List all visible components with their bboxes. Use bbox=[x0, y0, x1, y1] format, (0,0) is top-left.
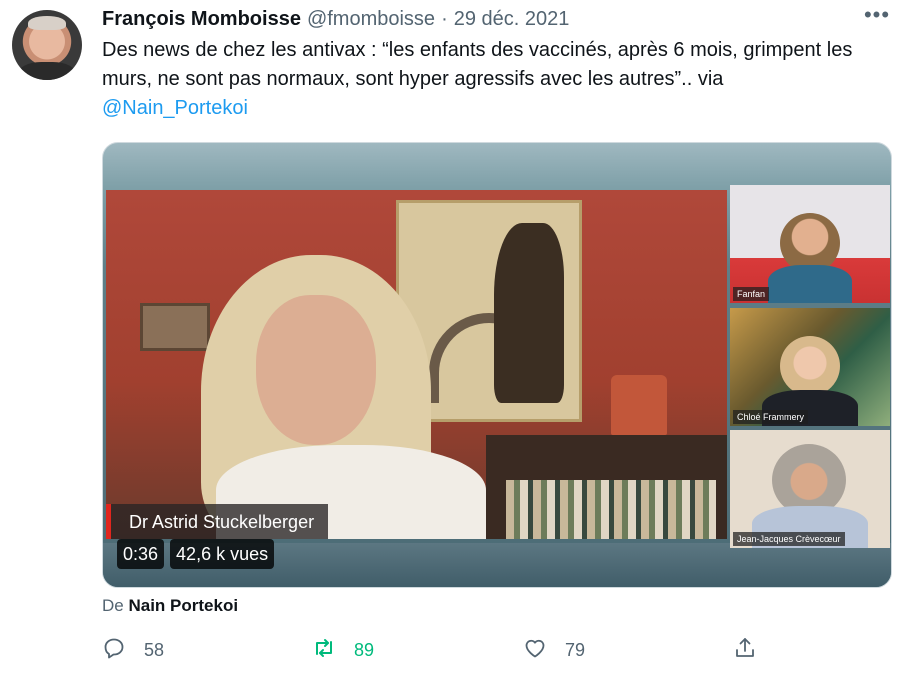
source-name[interactable]: Nain Portekoi bbox=[128, 596, 238, 615]
participant-name: Chloé Frammery bbox=[733, 410, 809, 424]
retweet-icon bbox=[312, 636, 336, 665]
lamp bbox=[611, 375, 667, 435]
source-prefix: De bbox=[102, 596, 124, 615]
tweet-date[interactable]: 29 déc. 2021 bbox=[454, 8, 570, 31]
avatar-shirt bbox=[18, 62, 76, 80]
like-button[interactable]: 79 bbox=[523, 632, 585, 668]
tweet-actions: 58 89 79 bbox=[102, 632, 892, 668]
like-count: 79 bbox=[565, 639, 586, 660]
participant-name: Fanfan bbox=[733, 287, 770, 301]
share-button[interactable] bbox=[733, 632, 757, 668]
more-options-icon[interactable]: ••• bbox=[862, 4, 892, 28]
share-icon bbox=[733, 636, 757, 665]
avatar-hair bbox=[28, 16, 66, 30]
participant-tile-1: Fanfan bbox=[730, 185, 890, 303]
tweet-text: Des news de chez les antivax : “les enfa… bbox=[102, 39, 853, 90]
speaker-face bbox=[256, 295, 376, 445]
tweet-header: François Momboisse @fmomboisse · 29 déc.… bbox=[102, 6, 569, 32]
reply-icon bbox=[102, 636, 126, 665]
video-duration: 0:36 bbox=[117, 539, 165, 569]
video-views: 42,6 k vues bbox=[170, 539, 275, 569]
retweet-button[interactable]: 89 bbox=[312, 632, 374, 668]
video-badges: 0:36 42,6 k vues bbox=[117, 539, 275, 569]
participant-name: Jean-Jacques Crèvecœur bbox=[733, 532, 845, 546]
speaker-name-caption: Dr Astrid Stuckelberger bbox=[106, 504, 329, 539]
video-player[interactable]: Dr Astrid Stuckelberger Fanfan Chloé Fra… bbox=[102, 142, 892, 588]
author-handle[interactable]: @fmomboisse bbox=[307, 8, 435, 31]
participant-tile-2: Chloé Frammery bbox=[730, 308, 890, 426]
video-source: De Nain Portekoi bbox=[102, 596, 238, 616]
reply-count: 58 bbox=[144, 639, 165, 660]
wall-frame bbox=[140, 303, 210, 351]
mention-link[interactable]: @Nain_Portekoi bbox=[102, 94, 248, 123]
heart-icon bbox=[523, 636, 547, 665]
author-avatar[interactable] bbox=[12, 10, 82, 80]
books bbox=[506, 480, 716, 539]
main-speaker-video: Dr Astrid Stuckelberger bbox=[106, 190, 727, 539]
reply-button[interactable]: 58 bbox=[102, 632, 164, 668]
retweet-count: 89 bbox=[354, 639, 375, 660]
participant-tile-3: Jean-Jacques Crèvecœur bbox=[730, 430, 890, 548]
header-separator: · bbox=[441, 7, 448, 30]
author-name[interactable]: François Momboisse bbox=[102, 8, 301, 31]
